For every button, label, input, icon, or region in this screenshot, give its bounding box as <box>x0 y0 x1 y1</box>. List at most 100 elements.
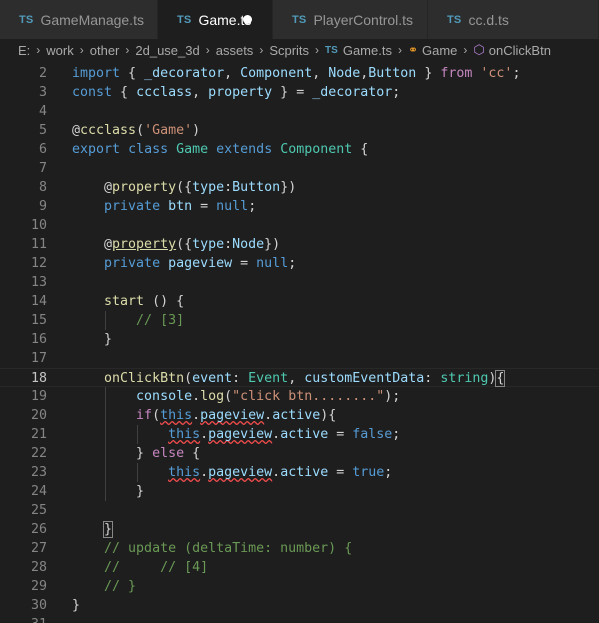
line-number: 6 <box>38 142 47 157</box>
code-line[interactable]: 20 if(this.pageview.active){ <box>0 406 599 425</box>
code-line[interactable]: 12 private pageview = null; <box>0 254 599 273</box>
code-line[interactable]: 26 } <box>0 520 599 539</box>
code-line[interactable]: 27 // update (deltaTime: number) { <box>0 539 599 558</box>
code-token: { <box>495 370 506 387</box>
code-token: . <box>264 408 273 423</box>
code-line[interactable]: 6 export class Game extends Component { <box>0 140 599 159</box>
code-token: 'cc' <box>480 66 513 81</box>
line-number: 15 <box>30 313 47 328</box>
code-token: console <box>136 389 193 404</box>
code-token: = <box>232 256 257 271</box>
breadcrumb-item-work[interactable]: work <box>46 43 73 58</box>
code-line[interactable]: 17 <box>0 349 599 368</box>
code-token: this <box>160 408 193 423</box>
code-line[interactable]: 22 } else { <box>0 444 599 463</box>
unsaved-dot-icon[interactable] <box>243 15 252 24</box>
code-editor[interactable]: 2 import { _decorator, Component, Node,Bu… <box>0 61 599 623</box>
code-token: export <box>72 142 121 157</box>
code-line[interactable]: 28 // // [4] <box>0 558 599 577</box>
code-line[interactable]: 14 start () { <box>0 292 599 311</box>
code-text: @ccclass('Game') <box>72 121 200 140</box>
breadcrumb-item-class[interactable]: ⚭ Game <box>408 43 457 58</box>
code-token: true <box>352 465 385 480</box>
tab-playercontrol[interactable]: TS PlayerControl.ts <box>273 0 428 39</box>
code-line[interactable]: 2 import { _decorator, Component, Node,Bu… <box>0 64 599 83</box>
code-line[interactable]: 5 @ccclass('Game') <box>0 121 599 140</box>
breadcrumb-item-2d-use-3d[interactable]: 2d_use_3d <box>135 43 199 58</box>
code-token: ; <box>392 85 401 100</box>
code-token: string <box>440 371 489 386</box>
code-line[interactable]: 18 onClickBtn(event: Event, customEventD… <box>0 368 599 387</box>
code-line[interactable]: 23 this.pageview.active = true; <box>0 463 599 482</box>
code-token: "click btn........" <box>232 389 385 404</box>
code-token: onClickBtn <box>104 371 185 386</box>
breadcrumb-item-other[interactable]: other <box>90 43 120 58</box>
typescript-file-icon: TS <box>447 13 462 26</box>
tab-cc-d[interactable]: TS cc.d.ts <box>428 0 599 39</box>
code-token: Button <box>232 180 281 195</box>
code-line[interactable]: 24 } <box>0 482 599 501</box>
code-line[interactable]: 4 <box>0 102 599 121</box>
line-number: 22 <box>30 446 47 461</box>
code-token: ccclass <box>80 123 137 138</box>
line-number: 26 <box>30 522 47 537</box>
code-text: // [3] <box>72 311 184 330</box>
code-line[interactable]: 30} <box>0 596 599 615</box>
code-token: }) <box>264 237 281 252</box>
line-number: 2 <box>38 66 47 81</box>
code-line[interactable]: 21 this.pageview.active = false; <box>0 425 599 444</box>
code-token: { <box>112 85 137 100</box>
code-token: ; <box>512 66 521 81</box>
code-line[interactable]: 25 <box>0 501 599 520</box>
tab-game[interactable]: TS Game.ts <box>158 0 273 39</box>
code-token: Game <box>176 142 209 157</box>
code-token: private <box>104 199 161 214</box>
code-line[interactable]: 29 // } <box>0 577 599 596</box>
chevron-right-icon: › <box>463 43 468 57</box>
code-token: import <box>72 66 121 81</box>
tab-gamemanage[interactable]: TS GameManage.ts <box>0 0 158 39</box>
code-line[interactable]: 8 @property({type:Button}) <box>0 178 599 197</box>
breadcrumb-item-scprits[interactable]: Scprits <box>269 43 309 58</box>
code-token: , <box>312 66 329 81</box>
code-token: Button <box>368 66 417 81</box>
code-line[interactable]: 19 console.log("click btn........"); <box>0 387 599 406</box>
breadcrumb-item-drive[interactable]: E: <box>18 43 30 58</box>
line-number: 19 <box>30 389 47 404</box>
line-number: 8 <box>38 180 47 195</box>
line-number: 27 <box>30 541 47 556</box>
code-line[interactable]: 11 @property({type:Node}) <box>0 235 599 254</box>
breadcrumb-item-assets[interactable]: assets <box>216 43 254 58</box>
breadcrumb-item-file[interactable]: TS Game.ts <box>325 43 392 58</box>
code-line[interactable]: 13 <box>0 273 599 292</box>
code-token: @ <box>72 180 113 195</box>
code-line[interactable]: 15 // [3] <box>0 311 599 330</box>
code-token: from <box>440 66 473 81</box>
code-line[interactable]: 9 private btn = null; <box>0 197 599 216</box>
breadcrumb-item-method[interactable]: ⬡ onClickBtn <box>473 42 551 58</box>
code-token: class <box>128 142 169 157</box>
line-number: 14 <box>30 294 47 309</box>
code-token: Component <box>240 66 313 81</box>
code-line[interactable]: 10 <box>0 216 599 235</box>
code-token: } = <box>272 85 313 100</box>
code-token: pageview <box>208 427 273 442</box>
line-number: 7 <box>38 161 47 176</box>
chevron-right-icon: › <box>259 43 264 57</box>
code-token: } <box>103 521 114 538</box>
code-line[interactable]: 16 } <box>0 330 599 349</box>
code-text: console.log("click btn........"); <box>72 387 400 406</box>
code-line[interactable]: 31 <box>0 615 599 623</box>
code-token: btn <box>168 199 193 214</box>
code-token: : <box>232 371 249 386</box>
code-token: ( <box>184 371 193 386</box>
typescript-file-icon: TS <box>177 13 192 26</box>
code-token: private <box>104 256 161 271</box>
code-token: : <box>424 371 441 386</box>
code-token: else <box>152 446 185 461</box>
code-line[interactable]: 7 <box>0 159 599 178</box>
code-line[interactable]: 3 const { ccclass, property } = _decorato… <box>0 83 599 102</box>
